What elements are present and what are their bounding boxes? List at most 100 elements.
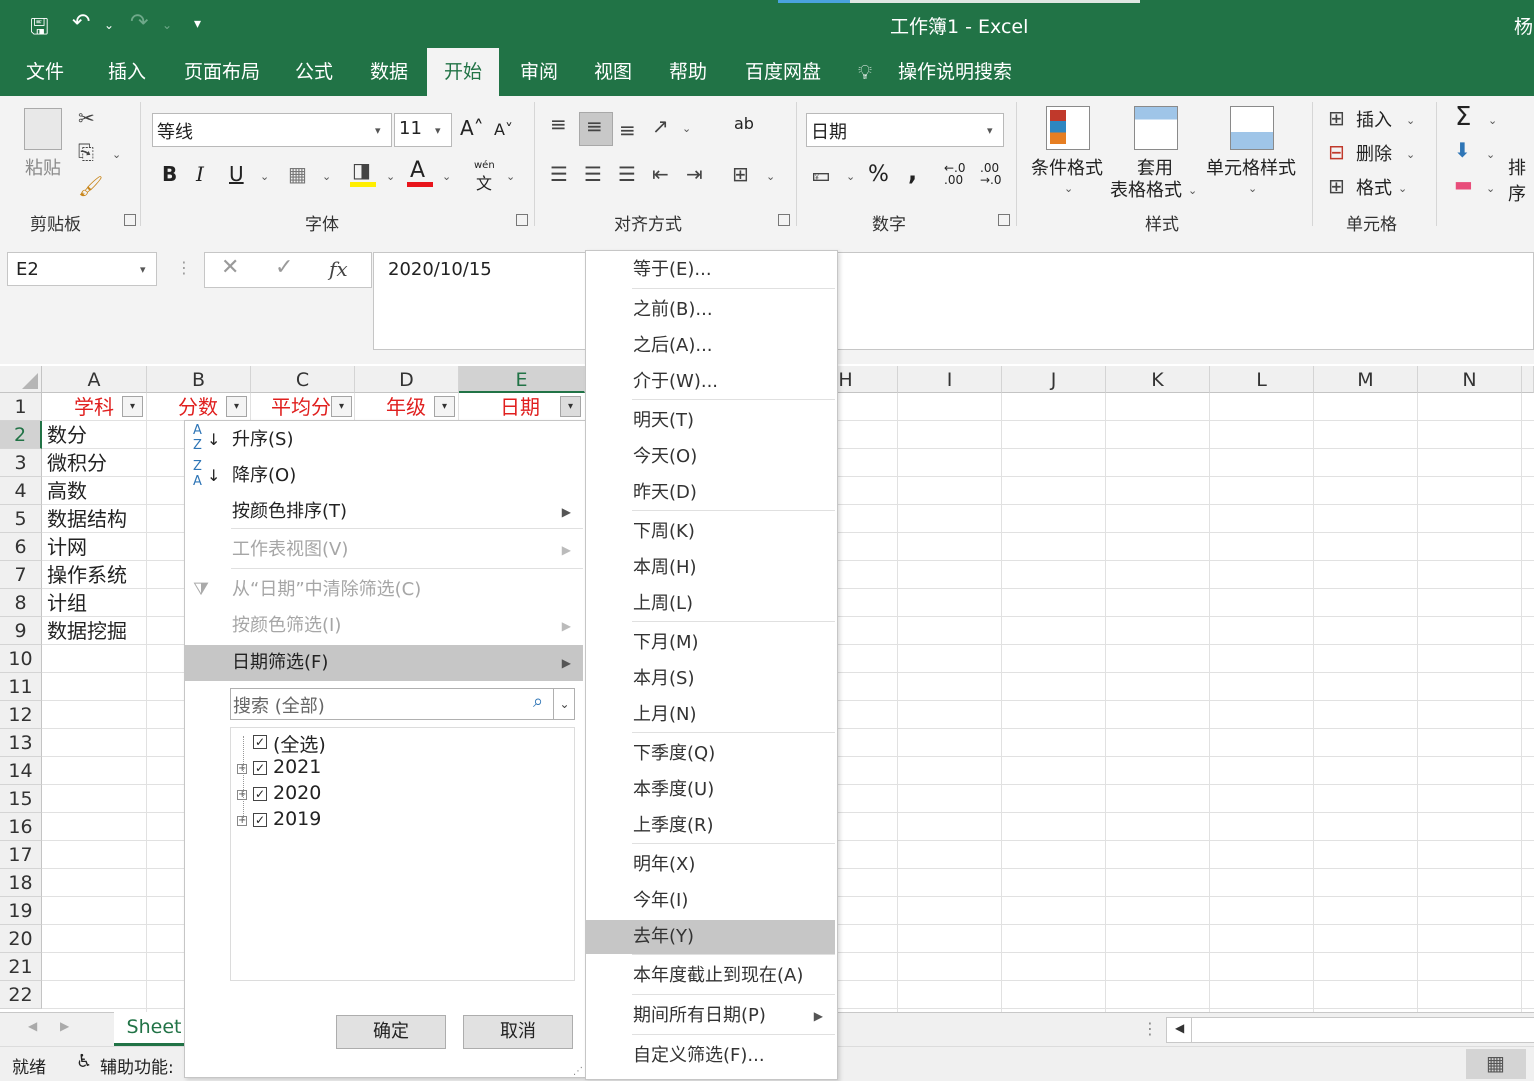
filter-button-d[interactable]: ▾ — [434, 396, 455, 417]
cell-a5[interactable]: 数据结构 — [47, 505, 127, 533]
search-dropdown-icon[interactable]: ⌄ — [553, 689, 575, 719]
fill-color-dropdown-icon[interactable]: ⌄ — [386, 170, 395, 183]
cell-a3[interactable]: 微积分 — [47, 449, 107, 477]
row-header[interactable]: 19 — [0, 897, 42, 925]
date-filter-item[interactable]: 介于(W)... — [586, 365, 835, 399]
cut-icon[interactable]: ✂ — [78, 106, 95, 130]
cell-e1[interactable]: 日期 — [500, 393, 540, 421]
row-header[interactable]: 4 — [0, 477, 42, 505]
merge-dropdown-icon[interactable]: ⌄ — [766, 170, 775, 183]
customize-quick-access-icon[interactable]: ▾ — [194, 16, 201, 32]
date-filter-item[interactable]: 等于(E)... — [586, 253, 835, 287]
undo-icon[interactable]: ↶ — [72, 10, 90, 35]
copy-dropdown-icon[interactable]: ⌄ — [112, 148, 121, 161]
format-painter-icon[interactable]: 🖌︎ — [78, 174, 103, 198]
increase-indent-icon[interactable]: ⇥ — [686, 162, 703, 186]
scroll-right-icon[interactable]: ▶ — [60, 1019, 69, 1033]
fill-color-icon[interactable]: ◨ — [352, 158, 371, 182]
tab-baidu-netdisk[interactable]: 百度网盘 — [745, 48, 821, 96]
row-header[interactable]: 16 — [0, 813, 42, 841]
row-header[interactable]: 2 — [0, 421, 42, 449]
autosum-icon[interactable]: Σ — [1455, 102, 1471, 132]
column-header-c[interactable]: C — [251, 366, 355, 393]
increase-font-icon[interactable]: A˄ — [460, 116, 484, 140]
font-color-dropdown-icon[interactable]: ⌄ — [442, 170, 451, 183]
underline-dropdown-icon[interactable]: ⌄ — [260, 170, 269, 183]
column-header-n[interactable]: N — [1418, 366, 1522, 393]
paste-icon[interactable] — [24, 108, 62, 150]
date-filter-item[interactable]: 去年(Y) — [586, 920, 835, 954]
date-filter-item[interactable]: 本季度(U) — [586, 773, 835, 807]
insert-dropdown-icon[interactable]: ⌄ — [1406, 114, 1415, 127]
tab-insert[interactable]: 插入 — [108, 48, 146, 96]
format-cells-icon[interactable]: ⊞ — [1328, 174, 1345, 198]
format-cells-button[interactable]: 格式 — [1356, 174, 1392, 200]
format-dropdown-icon[interactable]: ⌄ — [1398, 182, 1407, 195]
date-filter-item[interactable]: 期间所有日期(P) ▶ — [586, 999, 835, 1033]
paste-label[interactable]: 粘贴 — [25, 154, 61, 180]
autosum-dropdown-icon[interactable]: ⌄ — [1488, 114, 1497, 127]
border-icon[interactable]: ▦ — [288, 162, 307, 186]
accounting-format-icon[interactable]: 💴︎ — [812, 162, 830, 186]
cell-a1[interactable]: 学科 — [74, 393, 114, 421]
row-header[interactable]: 17 — [0, 841, 42, 869]
cell-styles-dropdown-icon[interactable]: ⌄ — [1248, 182, 1257, 195]
decrease-indent-icon[interactable]: ⇤ — [652, 162, 669, 186]
row-header[interactable]: 11 — [0, 673, 42, 701]
delete-cells-button[interactable]: 删除 — [1356, 140, 1392, 166]
font-color-icon[interactable]: A — [410, 158, 425, 183]
tab-help[interactable]: 帮助 — [669, 48, 707, 96]
enter-icon[interactable]: ✓ — [275, 255, 293, 280]
row-header[interactable]: 8 — [0, 589, 42, 617]
lightbulb-icon[interactable]: 💡︎ — [858, 48, 872, 96]
row-header[interactable]: 9 — [0, 617, 42, 645]
select-all-corner[interactable] — [0, 366, 42, 393]
number-format-select[interactable]: 日期 ▾ — [806, 113, 1004, 147]
date-filter-item[interactable]: 上季度(R) — [586, 809, 835, 843]
cell-a7[interactable]: 操作系统 — [47, 561, 127, 589]
row-header[interactable]: 15 — [0, 785, 42, 813]
date-filter-item[interactable]: 本月(S) — [586, 662, 835, 696]
comma-style-button[interactable]: , — [908, 158, 917, 186]
tab-formulas[interactable]: 公式 — [295, 48, 333, 96]
insert-function-icon[interactable]: fx — [329, 257, 348, 281]
filter-search-input[interactable]: 搜索 (全部) ⌕ ⌄ — [230, 688, 575, 720]
menu-item-sort-descending[interactable]: ZA ↓ 降序(O) — [185, 459, 583, 493]
accessibility-icon[interactable]: ♿ — [76, 1051, 92, 1072]
expand-icon[interactable]: + — [237, 816, 247, 826]
row-header[interactable]: 5 — [0, 505, 42, 533]
column-header-l[interactable]: L — [1210, 366, 1314, 393]
format-as-table-dropdown-icon[interactable]: ⌄ — [1188, 184, 1197, 197]
formula-input[interactable]: 2020/10/15 — [373, 252, 1534, 350]
tell-me-search[interactable]: 操作说明搜索 — [898, 48, 1012, 96]
cell-d1[interactable]: 年级 — [386, 393, 426, 421]
column-header-j[interactable]: J — [1002, 366, 1106, 393]
fill-dropdown-icon[interactable]: ⌄ — [1486, 148, 1495, 161]
phonetic-dropdown-icon[interactable]: ⌄ — [506, 170, 515, 183]
increase-decimal-icon[interactable]: ←.0 .00 — [944, 162, 966, 186]
row-header[interactable]: 1 — [0, 393, 42, 421]
cell-a4[interactable]: 高数 — [47, 477, 87, 505]
row-header[interactable]: 22 — [0, 981, 42, 1009]
expand-icon[interactable]: + — [237, 764, 247, 774]
column-header-b[interactable]: B — [147, 366, 251, 393]
cell-a6[interactable]: 计网 — [47, 533, 87, 561]
clipboard-launcher-icon[interactable] — [124, 214, 136, 226]
checkbox-icon[interactable]: ✓ — [253, 761, 267, 775]
row-header[interactable]: 20 — [0, 925, 42, 953]
decrease-decimal-icon[interactable]: .00 →.0 — [980, 162, 1002, 186]
row-header[interactable]: 14 — [0, 757, 42, 785]
row-header[interactable]: 6 — [0, 533, 42, 561]
row-header[interactable]: 18 — [0, 869, 42, 897]
font-size-select[interactable]: 11 ▾ — [394, 113, 452, 147]
italic-button[interactable]: I — [196, 162, 204, 186]
column-header-m[interactable]: M — [1314, 366, 1418, 393]
delete-dropdown-icon[interactable]: ⌄ — [1406, 148, 1415, 161]
insert-cells-button[interactable]: 插入 — [1356, 106, 1392, 132]
filter-button-c[interactable]: ▾ — [331, 396, 352, 417]
cancel-icon[interactable]: ✕ — [221, 255, 239, 280]
date-filter-item[interactable]: 自定义筛选(F)... — [586, 1039, 835, 1073]
date-filter-item[interactable]: 之前(B)... — [586, 293, 835, 327]
row-header[interactable]: 3 — [0, 449, 42, 477]
user-name[interactable]: 杨 — [1514, 12, 1533, 39]
